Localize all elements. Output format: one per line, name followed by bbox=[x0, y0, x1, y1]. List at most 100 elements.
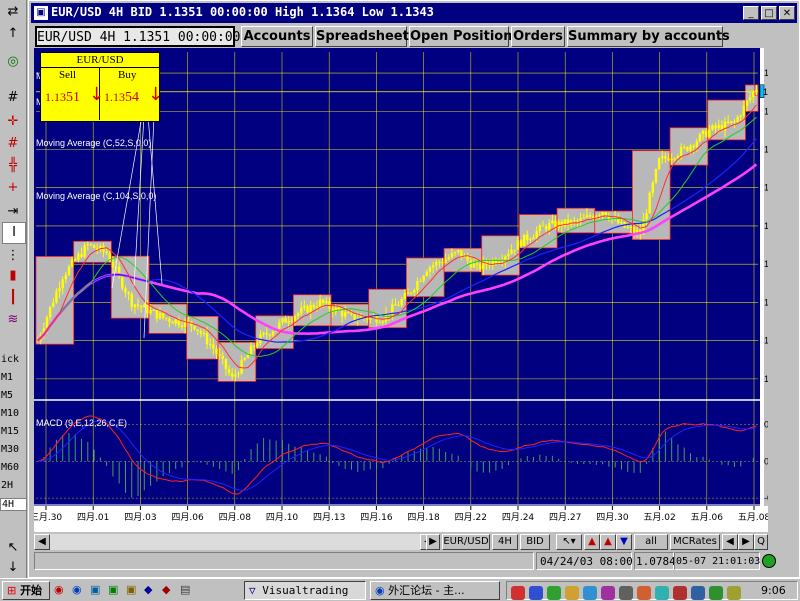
bar-chart-icon[interactable]: ▮ bbox=[2, 266, 24, 286]
tray-icon-7[interactable] bbox=[619, 586, 633, 600]
candle-body-150 bbox=[507, 253, 510, 257]
title-bar[interactable]: ▣ EUR/USD 4H BID 1.1351 00:00:00 High 1.… bbox=[31, 3, 797, 23]
tf-m30[interactable]: M30 bbox=[0, 444, 25, 455]
arrow-line-icon[interactable]: ⇥ bbox=[2, 202, 24, 222]
candle-body-141 bbox=[478, 263, 482, 270]
tab-chart[interactable]: EUR/USD 4H 1.1351 00:00:00 bbox=[35, 26, 241, 47]
tray-icon-13[interactable] bbox=[727, 586, 741, 600]
candle-body-15 bbox=[83, 245, 86, 257]
tray-icon-8[interactable] bbox=[637, 586, 651, 600]
tab-open-position[interactable]: Open Position bbox=[409, 26, 512, 47]
tf-m5[interactable]: M5 bbox=[0, 390, 25, 401]
tf-2h[interactable]: 2H bbox=[0, 480, 25, 491]
quicklaunch-icon-4[interactable]: ▣ bbox=[108, 583, 118, 596]
task-forum-label: 外汇论坛 - 主... bbox=[388, 584, 465, 597]
all-button[interactable]: all bbox=[634, 534, 668, 550]
candle-body-196 bbox=[651, 182, 655, 193]
scroll-left-icon[interactable]: ◀ bbox=[34, 534, 50, 550]
candle-body-228 bbox=[752, 91, 755, 98]
indicator-icon[interactable]: ≋ bbox=[2, 310, 24, 330]
quicklaunch-icon-7[interactable]: ◆ bbox=[162, 583, 170, 596]
close-button[interactable]: ✕ bbox=[779, 6, 795, 20]
target-icon[interactable]: ◎ bbox=[2, 52, 24, 72]
date-label-14: 五月.06 bbox=[691, 512, 724, 523]
candle-body-176 bbox=[588, 215, 592, 217]
candle-body-8 bbox=[61, 279, 64, 289]
down-arrow-icon[interactable]: ↓ bbox=[2, 558, 24, 578]
plus-icon[interactable]: + bbox=[2, 178, 24, 198]
candle-body-221 bbox=[730, 121, 733, 123]
scroll-right-icon[interactable]: ▶ bbox=[426, 534, 440, 550]
horizontal-scrollbar[interactable] bbox=[50, 534, 420, 550]
task-visualtrading[interactable]: ▽ Visualtrading bbox=[244, 581, 366, 600]
buy-button[interactable]: Buy 1.1354 ↓ bbox=[100, 68, 163, 120]
task-forum[interactable]: ◉ 外汇论坛 - 主... bbox=[370, 581, 500, 600]
grid-tool-icon[interactable]: # bbox=[2, 88, 24, 108]
candle-body-6 bbox=[55, 291, 58, 303]
arrow-up-red-icon[interactable]: ▲ bbox=[584, 534, 600, 550]
pointer-icon[interactable]: ↖ bbox=[2, 538, 24, 558]
candle-body-115 bbox=[397, 305, 400, 307]
quicklaunch-icon-5[interactable]: ▣ bbox=[126, 583, 136, 596]
tab-orders[interactable]: Orders bbox=[511, 26, 565, 47]
tf-4h[interactable]: 4H bbox=[0, 498, 27, 511]
tray-icon-9[interactable] bbox=[655, 586, 669, 600]
tray-icon-10[interactable] bbox=[673, 586, 687, 600]
quicklaunch-icon-3[interactable]: ▣ bbox=[90, 583, 100, 596]
mcrates-button[interactable]: MCRates bbox=[670, 534, 720, 550]
tf-m60[interactable]: M60 bbox=[0, 462, 25, 473]
tf-m1[interactable]: M1 bbox=[0, 372, 25, 383]
quicklaunch-icon-8[interactable]: ▤ bbox=[180, 583, 190, 596]
tab-summary-by-accounts[interactable]: Summary by accounts bbox=[567, 26, 730, 47]
quicklaunch-icon-6[interactable]: ◆ bbox=[144, 583, 152, 596]
cross-line-icon[interactable]: ╬ bbox=[2, 156, 24, 176]
bid-button[interactable]: BID bbox=[520, 534, 550, 550]
date-label-5: 四月.10 bbox=[266, 512, 299, 523]
tf-m10[interactable]: M10 bbox=[0, 408, 25, 419]
minimize-button[interactable]: _ bbox=[743, 6, 759, 20]
visualtrading-icon: ▽ bbox=[249, 584, 256, 597]
tray-icon-2[interactable] bbox=[529, 586, 543, 600]
tab-accounts[interactable]: Accounts bbox=[241, 26, 313, 47]
crosshair-icon[interactable]: ✛ bbox=[2, 112, 24, 132]
tray-icon-1[interactable] bbox=[511, 586, 525, 600]
tray-icon-5[interactable] bbox=[583, 586, 597, 600]
tf-m15[interactable]: M15 bbox=[0, 426, 25, 437]
candle-body-89 bbox=[315, 307, 319, 309]
timeframe-button[interactable]: 4H bbox=[492, 534, 518, 550]
up-arrow-icon[interactable]: ↑ bbox=[2, 24, 24, 44]
start-button[interactable]: ⊞ 开始 bbox=[2, 581, 50, 600]
tray-icon-11[interactable] bbox=[691, 586, 705, 600]
candle-body-110 bbox=[381, 321, 385, 323]
date-label-9: 四月.22 bbox=[455, 512, 487, 523]
candle-body-186 bbox=[620, 222, 623, 224]
sell-button[interactable]: Sell 1.1351 ↓ bbox=[41, 68, 104, 120]
date-label-3: 四月.06 bbox=[171, 512, 204, 523]
q-button[interactable]: Q bbox=[754, 534, 768, 550]
cursor-tool-icon[interactable]: ↖▾ bbox=[556, 534, 582, 550]
arrow-down-blue-icon[interactable]: ▼ bbox=[616, 534, 632, 550]
candle-body-109 bbox=[378, 322, 381, 324]
scroll-right-icon-2[interactable]: ▶ bbox=[738, 534, 754, 550]
tray-icon-12[interactable] bbox=[709, 586, 723, 600]
candle-body-129 bbox=[441, 262, 444, 264]
cursor-line-icon[interactable]: I bbox=[2, 222, 26, 244]
tab-spreadsheet[interactable]: Spreadsheet bbox=[315, 26, 409, 47]
candle-body-171 bbox=[573, 220, 576, 222]
vertical-line-icon[interactable]: ⋮ bbox=[2, 246, 24, 266]
quicklaunch-icon-1[interactable]: ◉ bbox=[54, 583, 64, 596]
tray-icon-4[interactable] bbox=[565, 586, 579, 600]
tray-icon-3[interactable] bbox=[547, 586, 561, 600]
hash-tool-icon[interactable]: # bbox=[2, 134, 24, 154]
pair-button[interactable]: EUR/USD bbox=[442, 534, 490, 550]
candle-body-81 bbox=[290, 320, 294, 322]
candle-icon[interactable]: ┃ bbox=[2, 288, 24, 308]
scroll-left-icon-3[interactable]: ◀ bbox=[722, 534, 738, 550]
quicklaunch-icon-2[interactable]: ◉ bbox=[72, 583, 82, 596]
candle-body-70 bbox=[256, 343, 259, 347]
arrow-up-red-icon-2[interactable]: ▲ bbox=[600, 534, 616, 550]
tray-icon-6[interactable] bbox=[601, 586, 615, 600]
maximize-button[interactable]: □ bbox=[761, 6, 777, 20]
swap-arrows-icon[interactable]: ⇄ bbox=[2, 2, 24, 22]
trade-ticket[interactable]: EUR/USD Sell 1.1351 ↓ Buy 1.1354 ↓ bbox=[40, 52, 163, 122]
